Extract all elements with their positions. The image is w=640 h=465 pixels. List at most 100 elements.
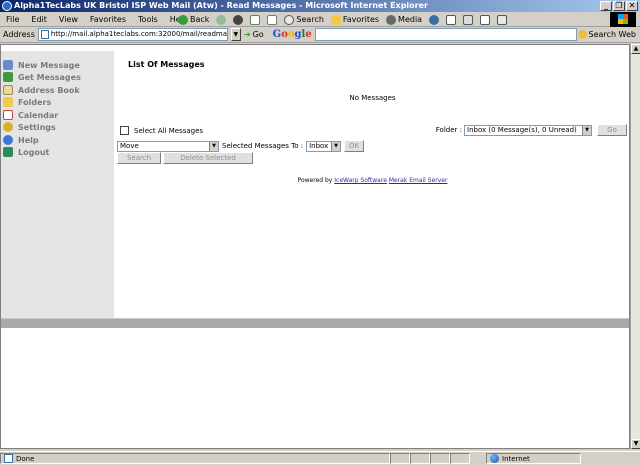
address-book-icon [3, 85, 13, 95]
sidebar-item-calendar[interactable]: Calendar [1, 109, 114, 121]
help-icon [3, 135, 13, 145]
minimize-button[interactable]: _ [600, 1, 612, 11]
selected-to-label: Selected Messages To : [222, 142, 304, 150]
message-list-panel: List Of Messages No Messages Select All … [114, 51, 629, 318]
address-bar: Address http://mail.alpha1teclabs.com:32… [0, 27, 640, 43]
select-all-checkbox[interactable] [120, 126, 129, 135]
folder-icon [3, 97, 13, 107]
sidebar-item-label: Settings [18, 122, 56, 132]
windows-flag-icon [618, 14, 628, 24]
favorites-label: Favorites [342, 15, 380, 24]
folder-label: Folder : [435, 126, 462, 134]
page-viewport: New Message Get Messages Address Book Fo… [0, 44, 630, 449]
empty-state-text: No Messages [349, 94, 396, 102]
footer-bar [1, 318, 629, 328]
menu-tools[interactable]: Tools [132, 12, 164, 27]
menu-file[interactable]: File [0, 12, 25, 27]
security-zone: Internet [486, 453, 581, 464]
edit-button[interactable] [478, 13, 492, 26]
google-letter: g [294, 29, 302, 40]
delete-selected-button[interactable]: Delete Selected [163, 152, 253, 164]
google-search-input[interactable] [314, 28, 577, 41]
status-segment [450, 453, 470, 464]
google-letter: G [272, 29, 282, 40]
google-logo[interactable]: Google [273, 29, 312, 40]
select-all-row: Select All Messages [120, 126, 203, 135]
search-web-button[interactable]: Search Web [577, 30, 636, 39]
media-button[interactable]: Media [384, 13, 424, 26]
maximize-button[interactable]: ❐ [613, 1, 625, 11]
powered-prefix: Powered by [297, 177, 333, 184]
window-title: Alpha1TecLabs UK Bristol ISP Web Mail (A… [14, 1, 428, 10]
discuss-icon [497, 14, 508, 25]
sidebar-item-help[interactable]: Help [1, 134, 114, 146]
chevron-down-icon: ▼ [209, 141, 218, 151]
new-message-icon [3, 60, 13, 70]
back-button[interactable]: Back [176, 13, 211, 26]
title-bar: Alpha1TecLabs UK Bristol ISP Web Mail (A… [0, 0, 640, 12]
sidebar-item-label: Logout [18, 147, 50, 157]
stop-button[interactable] [231, 13, 245, 26]
go-label: Go [252, 30, 264, 39]
vertical-scrollbar[interactable]: ▲ ▼ [630, 44, 640, 449]
mail-button[interactable] [444, 13, 458, 26]
windows-logo [610, 12, 636, 27]
search-label: Search [296, 15, 324, 24]
menu-view[interactable]: View [53, 12, 84, 27]
ok-button[interactable]: OK [344, 140, 365, 152]
go-arrow-icon: ➔ [243, 30, 251, 39]
search-button[interactable]: Search [282, 13, 325, 26]
browser-toolbar: Back Search Favorites Media [176, 12, 509, 27]
search-web-icon [577, 30, 587, 39]
window-controls: _ ❐ ✕ [600, 1, 638, 11]
chevron-down-icon: ▼ [582, 125, 591, 135]
favorites-star-icon [330, 14, 341, 25]
sidebar-item-settings[interactable]: Settings [1, 121, 114, 133]
print-icon [463, 14, 474, 25]
history-icon [429, 14, 440, 25]
target-folder-select[interactable]: Inbox ▼ [306, 140, 342, 152]
print-button[interactable] [461, 13, 475, 26]
address-dropdown-arrow[interactable]: ▼ [230, 28, 241, 41]
sidebar-item-label: Address Book [18, 85, 80, 95]
logout-icon [3, 147, 13, 157]
refresh-icon [250, 14, 261, 25]
sidebar-item-label: Get Messages [18, 72, 81, 82]
sidebar-item-folders[interactable]: Folders [1, 96, 114, 108]
search-messages-button[interactable]: Search [117, 152, 161, 164]
sidebar-item-get-messages[interactable]: Get Messages [1, 71, 114, 83]
sidebar-item-address-book[interactable]: Address Book [1, 84, 114, 96]
powered-by-footer: Powered by IceWarp Software Merak Email … [114, 177, 629, 184]
close-button[interactable]: ✕ [626, 1, 638, 11]
select-all-label: Select All Messages [134, 126, 204, 135]
sidebar-item-logout[interactable]: Logout [1, 146, 114, 158]
refresh-button[interactable] [248, 13, 262, 26]
discuss-button[interactable] [495, 13, 509, 26]
status-segment [430, 453, 450, 464]
sidebar-item-new-message[interactable]: New Message [1, 59, 114, 71]
go-button[interactable]: ➔ Go [244, 30, 264, 39]
forward-button[interactable] [214, 13, 228, 26]
home-button[interactable] [265, 13, 279, 26]
address-input[interactable]: http://mail.alpha1teclabs.com:32000/mail… [37, 28, 228, 41]
scroll-down-button[interactable]: ▼ [631, 439, 640, 449]
ie-icon [2, 1, 12, 11]
sidebar-item-label: Calendar [18, 110, 59, 120]
menu-favorites[interactable]: Favorites [84, 12, 132, 27]
favorites-button[interactable]: Favorites [329, 13, 381, 26]
menu-edit[interactable]: Edit [25, 12, 53, 27]
back-label: Back [190, 15, 210, 24]
sidebar-item-label: New Message [18, 60, 80, 70]
folder-selector: Folder : Inbox (0 Message(s), 0 Unread) … [436, 124, 627, 136]
google-letter: o [287, 29, 295, 40]
scroll-up-button[interactable]: ▲ [631, 44, 640, 54]
folder-go-button[interactable]: Go [597, 124, 627, 136]
merak-link[interactable]: Merak Email Server [389, 177, 448, 184]
status-text: Done [16, 454, 35, 463]
folder-select[interactable]: Inbox (0 Message(s), 0 Unread) ▼ [464, 124, 592, 136]
icewarp-link[interactable]: IceWarp Software [334, 177, 387, 184]
action-select[interactable]: Move ▼ [117, 140, 219, 152]
media-label: Media [398, 15, 423, 24]
history-button[interactable] [427, 13, 441, 26]
action-buttons: Search Delete Selected [117, 152, 253, 164]
